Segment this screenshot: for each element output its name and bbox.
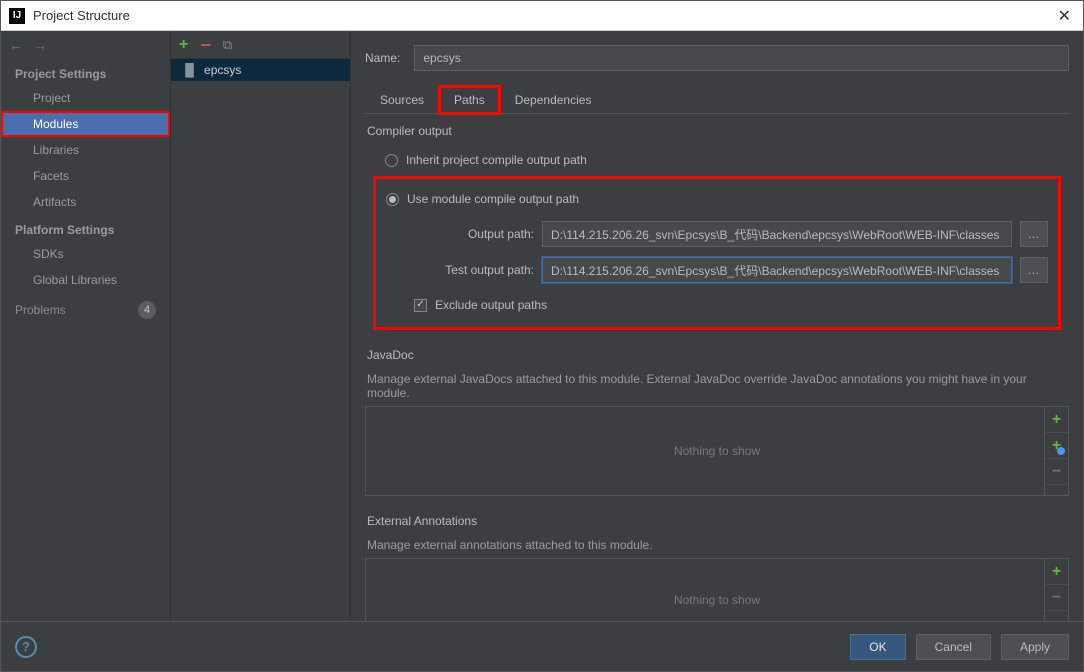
module-name-input[interactable]: [414, 45, 1069, 71]
platform-settings-header: Platform Settings: [1, 215, 170, 241]
nav-item-project[interactable]: Project: [1, 85, 170, 111]
javadoc-label: JavaDoc: [367, 348, 1069, 362]
test-output-path-input[interactable]: [542, 257, 1012, 283]
exclude-output-label: Exclude output paths: [435, 298, 547, 312]
titlebar: IJ Project Structure ✕: [1, 1, 1083, 31]
annotations-list-panel: Nothing to show + −: [365, 558, 1069, 621]
compiler-output-label: Compiler output: [367, 124, 1069, 138]
tab-sources[interactable]: Sources: [365, 86, 439, 114]
inherit-radio[interactable]: [385, 154, 398, 167]
project-settings-header: Project Settings: [1, 59, 170, 85]
problems-count-badge: 4: [138, 301, 156, 319]
inherit-radio-row[interactable]: Inherit project compile output path: [385, 148, 1061, 172]
nav-item-sdks[interactable]: SDKs: [1, 241, 170, 267]
copy-module-button[interactable]: ⧉: [223, 37, 232, 53]
folder-icon: ▐▌: [181, 63, 198, 77]
add-module-button[interactable]: +: [179, 36, 188, 54]
nav-item-facets[interactable]: Facets: [1, 163, 170, 189]
module-tabs: Sources Paths Dependencies: [365, 85, 1069, 114]
highlighted-output-section: Use module compile output path Output pa…: [373, 176, 1061, 330]
external-annotations-label: External Annotations: [367, 514, 1069, 528]
window-close-button[interactable]: ✕: [1054, 6, 1075, 26]
apply-button[interactable]: Apply: [1001, 634, 1069, 660]
window-title: Project Structure: [33, 8, 1054, 23]
problems-label: Problems: [15, 303, 66, 317]
use-module-radio-row[interactable]: Use module compile output path: [386, 187, 1048, 211]
use-module-radio[interactable]: [386, 193, 399, 206]
annotations-empty-text: Nothing to show: [674, 593, 760, 607]
help-button[interactable]: ?: [15, 636, 37, 658]
remove-module-button[interactable]: −: [200, 40, 211, 50]
tab-dependencies[interactable]: Dependencies: [500, 86, 607, 114]
nav-item-problems[interactable]: Problems 4: [1, 293, 170, 327]
module-details-panel: Name: Sources Paths Dependencies Compile…: [351, 31, 1083, 621]
nav-back-icon[interactable]: ←: [9, 37, 23, 53]
javadoc-add-url-button[interactable]: +: [1045, 433, 1068, 459]
javadoc-remove-button[interactable]: −: [1045, 459, 1068, 485]
exclude-output-row[interactable]: Exclude output paths: [414, 293, 1048, 317]
output-path-browse-button[interactable]: …: [1020, 221, 1048, 247]
ok-button[interactable]: OK: [850, 634, 905, 660]
nav-item-libraries[interactable]: Libraries: [1, 137, 170, 163]
dialog-footer: ? OK Cancel Apply: [1, 621, 1083, 671]
javadoc-list-panel: Nothing to show + + −: [365, 406, 1069, 496]
left-nav: ← → Project Settings Project Modules Lib…: [1, 31, 171, 621]
module-item-label: epcsys: [204, 63, 241, 77]
exclude-output-checkbox[interactable]: [414, 299, 427, 312]
tab-paths[interactable]: Paths: [439, 86, 500, 114]
annotations-add-button[interactable]: +: [1045, 559, 1068, 585]
test-output-path-browse-button[interactable]: …: [1020, 257, 1048, 283]
use-module-radio-label: Use module compile output path: [407, 192, 579, 206]
nav-item-modules[interactable]: Modules: [1, 111, 170, 137]
external-annotations-description: Manage external annotations attached to …: [367, 538, 1069, 552]
name-label: Name:: [365, 51, 400, 65]
output-path-label: Output path:: [414, 227, 534, 241]
cancel-button[interactable]: Cancel: [916, 634, 991, 660]
nav-item-global-libraries[interactable]: Global Libraries: [1, 267, 170, 293]
nav-forward-icon[interactable]: →: [33, 37, 47, 53]
app-icon: IJ: [9, 8, 25, 24]
javadoc-empty-text: Nothing to show: [674, 444, 760, 458]
annotations-remove-button[interactable]: −: [1045, 585, 1068, 611]
module-list-panel: + − ⧉ ▐▌ epcsys: [171, 31, 351, 621]
output-path-input[interactable]: [542, 221, 1012, 247]
javadoc-add-button[interactable]: +: [1045, 407, 1068, 433]
module-item-epcsys[interactable]: ▐▌ epcsys: [171, 59, 350, 81]
inherit-radio-label: Inherit project compile output path: [406, 153, 587, 167]
test-output-path-label: Test output path:: [414, 263, 534, 277]
javadoc-description: Manage external JavaDocs attached to thi…: [367, 372, 1069, 400]
nav-item-artifacts[interactable]: Artifacts: [1, 189, 170, 215]
